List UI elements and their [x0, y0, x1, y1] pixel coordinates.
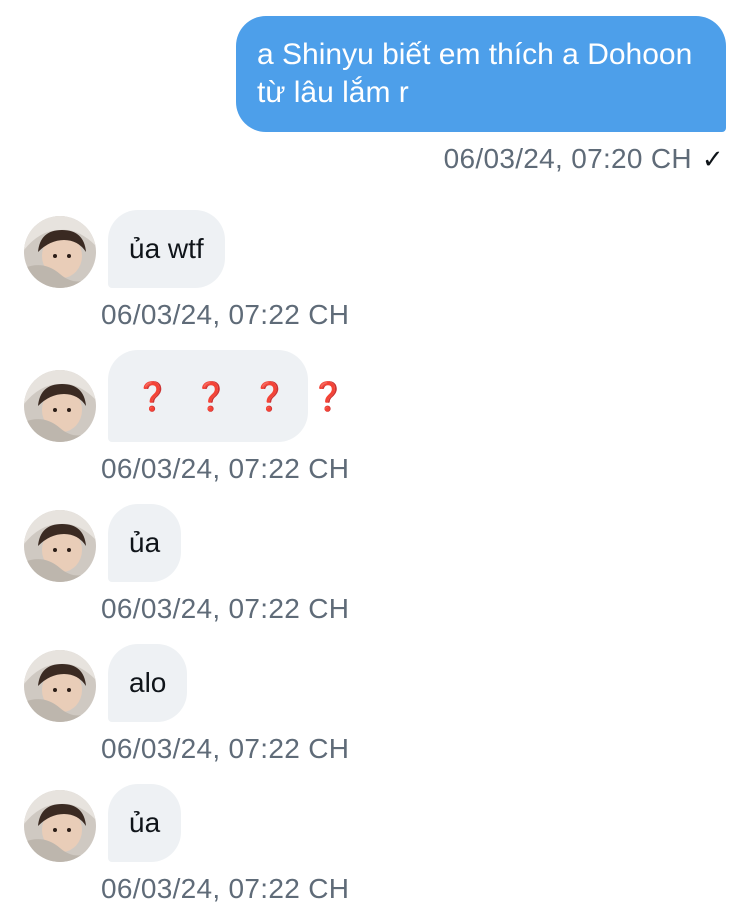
- avatar[interactable]: [24, 790, 96, 862]
- sent-message-meta: 06/03/24, 07:20 CH ✓: [444, 142, 724, 176]
- avatar[interactable]: [24, 370, 96, 442]
- question-marks-emoji: ❓ ❓ ❓ ❓: [135, 380, 346, 412]
- received-message-text: alo: [129, 667, 167, 698]
- received-message-timestamp: 06/03/24, 07:22 CH: [101, 873, 350, 904]
- sent-message-bubble[interactable]: a Shinyu biết em thích a Dohoon từ lâu l…: [236, 16, 726, 132]
- sent-message-timestamp: 06/03/24, 07:20 CH: [443, 143, 692, 174]
- received-message-text: ủa wtf: [129, 233, 204, 264]
- avatar[interactable]: [24, 510, 96, 582]
- received-message-text: ủa: [129, 807, 161, 838]
- avatar-image: [24, 650, 96, 722]
- avatar[interactable]: [24, 216, 96, 288]
- avatar-image: [24, 370, 96, 442]
- received-message-bubble[interactable]: ủa: [108, 504, 182, 582]
- received-message-text: ủa: [129, 527, 161, 558]
- received-message-timestamp: 06/03/24, 07:22 CH: [101, 593, 350, 624]
- message-thread: a Shinyu biết em thích a Dohoon từ lâu l…: [0, 0, 750, 908]
- checkmark-icon: ✓: [701, 144, 724, 174]
- received-message-bubble[interactable]: alo: [108, 644, 188, 722]
- received-message-timestamp: 06/03/24, 07:22 CH: [101, 733, 350, 764]
- received-message-timestamp: 06/03/24, 07:22 CH: [101, 453, 350, 484]
- avatar-image: [24, 510, 96, 582]
- received-message-bubble[interactable]: ủa wtf: [108, 210, 225, 288]
- avatar-image: [24, 216, 96, 288]
- avatar[interactable]: [24, 650, 96, 722]
- avatar-image: [24, 790, 96, 862]
- sent-message-text: a Shinyu biết em thích a Dohoon từ lâu l…: [257, 38, 693, 109]
- received-message-bubble[interactable]: ❓ ❓ ❓ ❓: [108, 350, 346, 442]
- received-message-timestamp: 06/03/24, 07:22 CH: [101, 299, 350, 330]
- received-message-bubble[interactable]: ủa: [108, 784, 182, 862]
